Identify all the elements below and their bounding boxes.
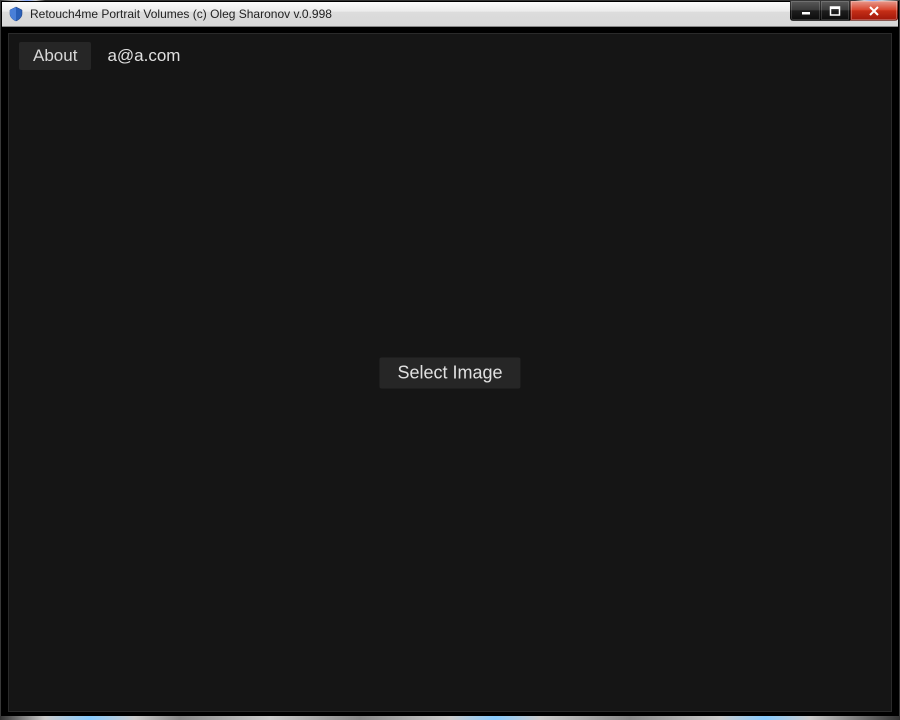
window-controls [790,1,898,21]
toolbar: About a@a.com [19,42,180,70]
user-email: a@a.com [107,46,180,66]
app-window: Retouch4me Portrait Volumes (c) Oleg Sha… [1,1,899,719]
close-button[interactable] [850,1,898,21]
maximize-icon [829,6,841,16]
app-icon [8,6,24,22]
window-title: Retouch4me Portrait Volumes (c) Oleg Sha… [30,7,332,21]
minimize-button[interactable] [790,1,820,21]
client-area: About a@a.com Select Image [2,27,898,718]
close-icon [868,6,880,16]
select-image-button[interactable]: Select Image [379,357,520,388]
maximize-button[interactable] [820,1,850,21]
about-button[interactable]: About [19,42,91,70]
main-panel: About a@a.com Select Image [8,33,892,712]
desktop-edge [0,716,900,720]
minimize-icon [800,6,812,16]
titlebar[interactable]: Retouch4me Portrait Volumes (c) Oleg Sha… [2,2,898,27]
